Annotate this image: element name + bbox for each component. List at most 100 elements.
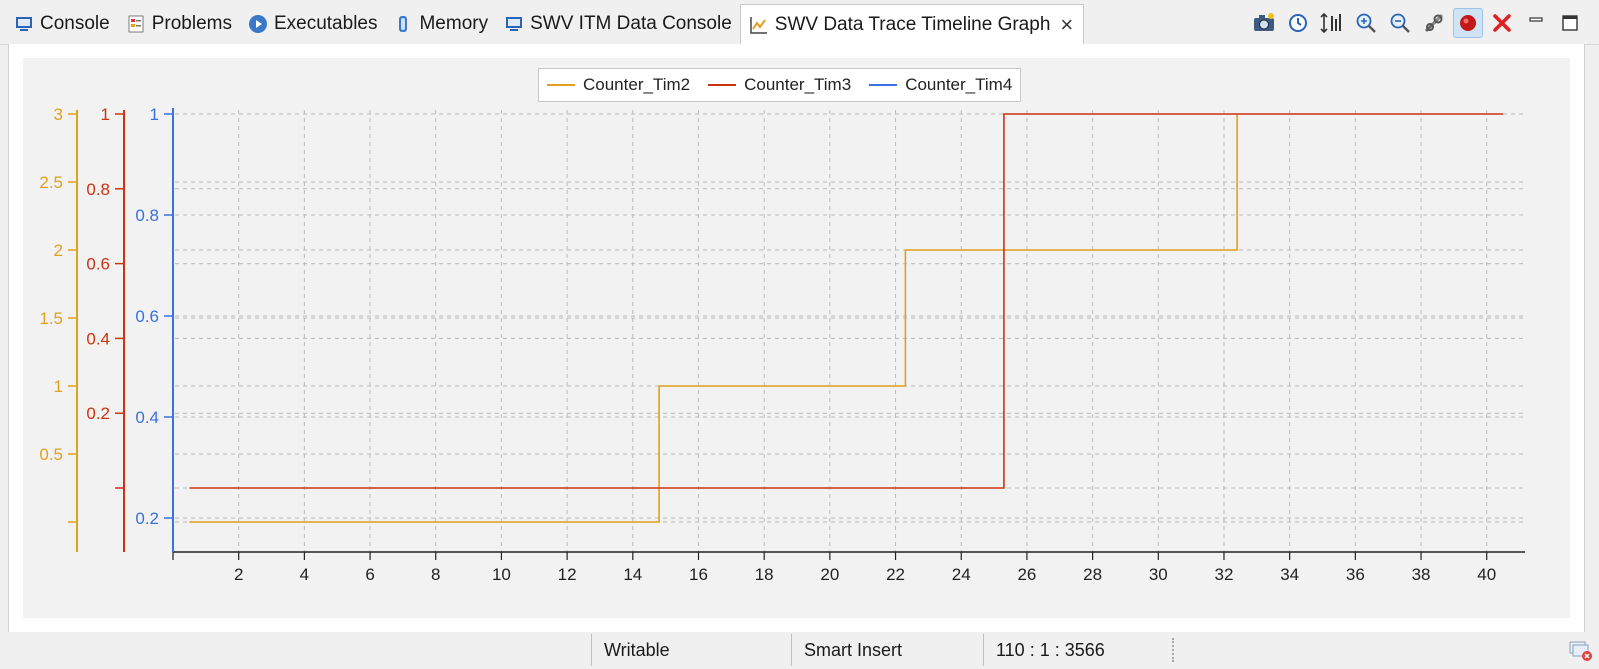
x-axis-tick-label: 22	[886, 565, 905, 584]
view-toolbar	[1249, 8, 1585, 38]
y-axis-tick-label-y2: 0.4	[86, 329, 110, 348]
x-axis-tick-label: 40	[1477, 565, 1496, 584]
tab-label: Problems	[151, 13, 232, 34]
legend-item-tim2[interactable]: Counter_Tim2	[547, 75, 690, 95]
maximize-button[interactable]	[1555, 8, 1585, 38]
itm-console-icon	[504, 14, 524, 34]
tab-swv-itm-data-console[interactable]: SWV ITM Data Console	[496, 4, 740, 44]
series-line-counter_tim3	[189, 113, 1504, 489]
maximize-icon	[1562, 15, 1578, 31]
x-axis-tick-label: 12	[558, 565, 577, 584]
time-reference-button[interactable]	[1283, 8, 1313, 38]
tab-label: Executables	[273, 13, 378, 34]
memory-icon	[393, 14, 413, 34]
y-axis-tick-label-y3: 0.2	[135, 509, 159, 528]
tab-problems[interactable]: Problems	[118, 4, 240, 44]
y-axis-tick-label-y3: 0.8	[135, 206, 159, 225]
zoom-out-button[interactable]	[1385, 8, 1415, 38]
timeline-chart-area[interactable]: 2 4 6 8 10 12 14 16 18 20 22 24 26 28 30 32 34 36 38 40 0.5 1…	[23, 58, 1570, 618]
x-axis-tick-label: 30	[1149, 565, 1168, 584]
x-axis-tick-label: 6	[365, 565, 374, 584]
y-axis-tick-label-y2: 0.8	[86, 180, 110, 199]
status-position-text: 110 : 1 : 3566	[996, 639, 1105, 660]
clock-icon	[1289, 14, 1307, 32]
remove-all-button[interactable]	[1487, 8, 1517, 38]
status-insert-mode[interactable]: Smart Insert	[791, 634, 984, 666]
y-axis-tick-label-y1: 1	[54, 377, 63, 396]
tab-memory[interactable]: Memory	[385, 4, 496, 44]
swv-view-window: Console Problems Executables Memory SWV …	[0, 0, 1599, 669]
y-axis-tick-label-y1: 3	[54, 105, 63, 124]
start-trace-icon	[1460, 15, 1476, 31]
configure-trace-button[interactable]	[1419, 8, 1449, 38]
close-tab-icon[interactable]: ×	[1060, 13, 1073, 36]
tab-executables[interactable]: Executables	[240, 4, 386, 44]
x-axis-tick-label: 14	[623, 565, 642, 584]
legend-swatch-tim4	[869, 84, 898, 86]
x-axis-tick-label: 8	[431, 565, 440, 584]
x-axis-tick-label: 24	[952, 565, 971, 584]
timeline-chart[interactable]: 2 4 6 8 10 12 14 16 18 20 22 24 26 28 30 32 34 36 38 400.51…	[23, 58, 1570, 618]
x-axis-tick-label: 10	[492, 565, 511, 584]
tab-label: Memory	[419, 13, 489, 34]
tab-swv-data-trace-timeline-graph[interactable]: SWV Data Trace Timeline Graph ×	[739, 4, 1085, 44]
minimize-icon	[1529, 17, 1543, 22]
start-trace-button[interactable]	[1453, 8, 1483, 38]
y-axis-tick-label-y3: 1	[150, 105, 159, 124]
status-insert-mode-text: Smart Insert	[804, 639, 903, 660]
minimize-button[interactable]	[1521, 8, 1551, 38]
view-tab-bar: Console Problems Executables Memory SWV …	[0, 0, 1599, 45]
adjust-y-axis-icon	[1320, 12, 1341, 34]
console-icon	[14, 14, 34, 34]
x-axis-tick-label: 28	[1083, 565, 1102, 584]
tab-strip: Console Problems Executables Memory SWV …	[6, 4, 1085, 44]
x-axis-tick-label: 32	[1215, 565, 1234, 584]
legend-label: Counter_Tim2	[583, 75, 691, 94]
y-axis-tick-label-y1: 2	[54, 241, 63, 260]
zoom-in-icon	[1356, 13, 1376, 33]
status-bar: Writable Smart Insert 110 : 1 : 3566	[0, 632, 1599, 669]
x-axis-tick-label: 18	[755, 565, 774, 584]
legend-label: Counter_Tim4	[905, 75, 1013, 94]
y-axis-tick-label-y2: 0.2	[86, 404, 110, 423]
x-axis-tick-label: 4	[300, 565, 309, 584]
legend-label: Counter_Tim3	[744, 75, 852, 94]
y-axis-tick-label-y2: 1	[101, 105, 110, 124]
x-axis-tick-label: 34	[1280, 565, 1299, 584]
zoom-out-icon	[1390, 13, 1410, 33]
y-axis-tick-label-y2: 0.6	[86, 255, 110, 274]
x-axis-tick-label: 20	[820, 565, 839, 584]
snapshot-icon	[1254, 13, 1274, 31]
configure-trace-icon	[1424, 13, 1444, 33]
timeline-graph-panel: 2 4 6 8 10 12 14 16 18 20 22 24 26 28 30 32 34 36 38 40 0.5 1…	[8, 44, 1585, 633]
y-axis-tick-label-y1: 0.5	[39, 445, 63, 464]
x-axis-tick-label: 2	[234, 565, 243, 584]
adjust-y-axis-button[interactable]	[1317, 8, 1347, 38]
x-axis-tick-label: 16	[689, 565, 708, 584]
y-axis-tick-label-y1: 1.5	[39, 309, 63, 328]
tab-label: Console	[40, 13, 110, 34]
x-axis-tick-label: 26	[1017, 565, 1036, 584]
status-separator	[1172, 638, 1174, 662]
legend-item-tim3[interactable]: Counter_Tim3	[708, 75, 851, 95]
tab-console[interactable]: Console	[6, 4, 118, 44]
tab-label: SWV Data Trace Timeline Graph	[774, 13, 1051, 35]
y-axis-tick-label-y3: 0.4	[135, 408, 159, 427]
x-axis-tick-label: 38	[1412, 565, 1431, 584]
notification-error-icon[interactable]	[1569, 640, 1593, 667]
zoom-in-button[interactable]	[1351, 8, 1381, 38]
legend-swatch-tim2	[547, 84, 575, 86]
status-writable-text: Writable	[604, 639, 670, 660]
chart-legend: Counter_Tim2 Counter_Tim3 Counter_Tim4	[538, 68, 1022, 102]
y-axis-tick-label-y1: 2.5	[39, 173, 63, 192]
executables-icon	[248, 14, 268, 34]
y-axis-tick-label-y3: 0.6	[135, 307, 159, 326]
snapshot-button[interactable]	[1249, 8, 1279, 38]
remove-all-icon	[1493, 14, 1511, 32]
legend-swatch-tim3	[708, 84, 737, 86]
status-writable: Writable	[591, 634, 788, 666]
problems-icon	[126, 14, 146, 34]
status-cursor-position[interactable]: 110 : 1 : 3566	[983, 634, 1176, 666]
timeline-graph-icon	[749, 15, 769, 35]
legend-item-tim4[interactable]: Counter_Tim4	[869, 75, 1012, 95]
